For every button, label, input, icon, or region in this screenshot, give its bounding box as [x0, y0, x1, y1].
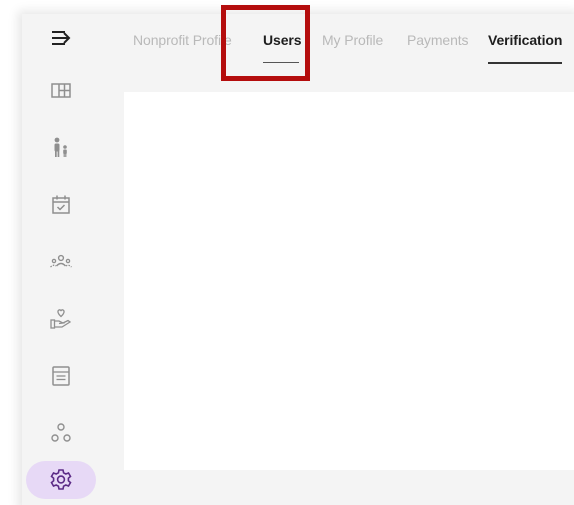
sidebar-item-people[interactable]: [22, 128, 100, 168]
people-icon: [54, 137, 67, 157]
tab-verification[interactable]: Verification: [488, 32, 562, 48]
tab-users-underline: [263, 62, 299, 63]
sidebar-item-dashboard[interactable]: [22, 71, 100, 111]
app-root: Nonprofit Profile Users My Profile Payme…: [0, 0, 574, 505]
tab-nonprofit-profile[interactable]: Nonprofit Profile: [133, 32, 232, 48]
dashboard-icon: [51, 83, 71, 98]
tab-verification-underline: [488, 62, 562, 64]
content-panel: [124, 92, 574, 470]
tab-my-profile[interactable]: My Profile: [322, 32, 383, 48]
group-icon: [50, 254, 72, 268]
sidebar-item-settings[interactable]: [22, 460, 100, 500]
hand-heart-icon: [50, 309, 72, 329]
calendar-check-icon: [52, 195, 70, 214]
sidebar: [22, 14, 100, 505]
sidebar-collapse-button[interactable]: [22, 18, 100, 58]
sidebar-item-documents[interactable]: [22, 356, 100, 396]
tab-payments[interactable]: Payments: [407, 32, 469, 48]
sidebar-item-group[interactable]: [22, 242, 100, 282]
settings-gear-icon: [50, 469, 72, 490]
network-icon: [51, 423, 71, 442]
active-nav-pill[interactable]: [26, 461, 96, 499]
sidebar-item-calendar[interactable]: [22, 185, 100, 225]
sidebar-item-donations[interactable]: [22, 299, 100, 339]
document-list-icon: [52, 366, 70, 386]
sidebar-item-network[interactable]: [22, 413, 100, 453]
collapse-arrow-icon: [52, 31, 71, 45]
tab-bar: Nonprofit Profile Users My Profile Payme…: [100, 14, 574, 70]
tab-users[interactable]: Users: [263, 32, 302, 48]
